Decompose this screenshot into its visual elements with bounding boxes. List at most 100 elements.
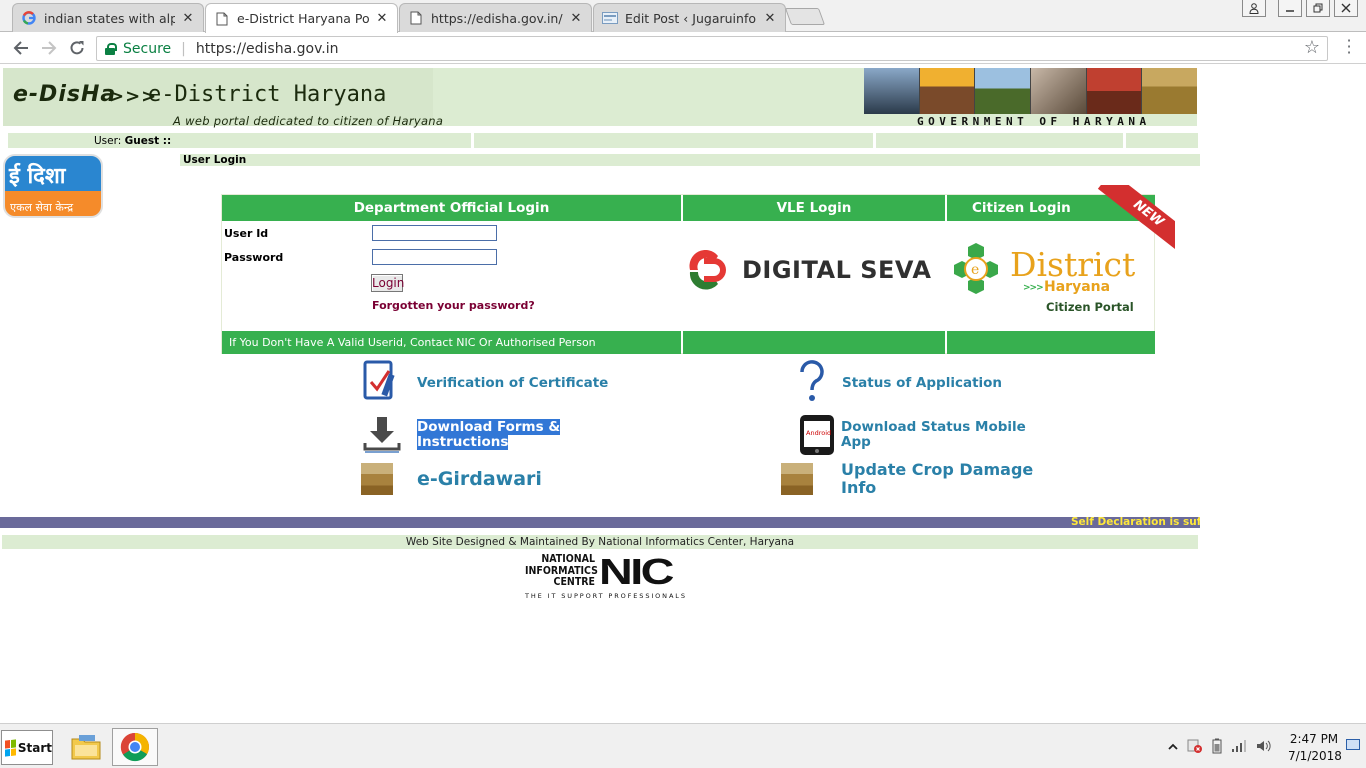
password-label: Password (224, 251, 284, 264)
browser-tab-bar: indian states with alphab ✕ e-District H… (0, 0, 1366, 33)
tab-google-search[interactable]: indian states with alphab ✕ (12, 3, 204, 32)
reload-icon[interactable] (66, 37, 88, 59)
digital-seva-logo-icon (684, 249, 734, 290)
network-error-icon[interactable] (1187, 738, 1203, 758)
back-arrow-icon[interactable] (10, 37, 32, 59)
e-girdawari-link[interactable]: e-Girdawari (417, 468, 542, 490)
digital-seva-text: DIGITAL SEVA (742, 256, 932, 284)
edisha-kendra-logo[interactable]: ई दिशा एकल सेवा केन्द्र (3, 154, 103, 218)
dancer-image (1086, 68, 1142, 114)
announcement-marquee: Self Declaration is suffici (0, 517, 1200, 528)
tab-edisha-download[interactable]: https://edisha.gov.in/Dov ✕ (399, 3, 592, 32)
windows-logo-icon (5, 738, 16, 757)
download-app-line2: App (841, 434, 871, 450)
dept-login-header: Department Official Login (222, 195, 681, 221)
marquee-text[interactable]: Self Declaration is suffici (1071, 517, 1200, 528)
download-app-link[interactable]: Download Status Mobile App (841, 420, 1026, 450)
user-status-text: User: Guest :: (94, 135, 172, 147)
close-icon[interactable]: ✕ (375, 11, 389, 26)
volume-icon[interactable] (1256, 739, 1272, 757)
signal-icon[interactable] (1231, 739, 1247, 757)
login-footer-cell (947, 331, 1155, 354)
start-button[interactable]: Start (1, 730, 53, 765)
forward-arrow-icon[interactable] (38, 37, 60, 59)
download-forms-link[interactable]: Download Forms & Instructions (417, 419, 561, 450)
user-bar-cell (875, 133, 1124, 148)
edistrict-portal-label: Citizen Portal (1046, 300, 1134, 314)
login-help-note: If You Don't Have A Valid Userid, Contac… (222, 331, 681, 354)
url-omnibox[interactable]: Secure | https://edisha.gov.in (96, 36, 1328, 61)
new-tab-button[interactable] (784, 8, 826, 25)
window-close-icon[interactable] (1334, 0, 1358, 17)
wordpress-icon (602, 10, 618, 26)
close-icon[interactable]: ✕ (763, 11, 777, 26)
close-icon[interactable]: ✕ (569, 11, 583, 26)
site-title: e-District Haryana (148, 82, 387, 107)
battery-icon[interactable] (1212, 738, 1222, 758)
farmer-image (919, 68, 975, 114)
google-icon (21, 10, 37, 26)
windows-taskbar: Start 2:47 PM 7/1/2018 (0, 723, 1366, 768)
restore-icon[interactable] (1306, 0, 1330, 17)
download-forms-line1: Download Forms & (417, 419, 561, 435)
crop-field-image[interactable] (361, 463, 393, 495)
tab-edistrict-portal[interactable]: e-District Haryana Portal ✕ (205, 3, 398, 33)
url-separator: | (181, 40, 186, 57)
user-bar-cell (473, 133, 873, 148)
system-clock[interactable]: 2:47 PM 7/1/2018 (1288, 731, 1342, 765)
start-label: Start (17, 740, 52, 755)
site-subtitle: A web portal dedicated to citizen of Har… (173, 114, 444, 128)
userid-label: User Id (224, 227, 269, 240)
crop-damage-line2: Info (841, 478, 877, 497)
user-bar-cell (1126, 133, 1198, 148)
people-image (1031, 68, 1086, 114)
crop-damage-link[interactable]: Update Crop Damage Info (841, 461, 1033, 497)
user-status-bar: User: Guest :: (8, 133, 1198, 149)
login-button[interactable]: Login (371, 274, 404, 292)
certificate-check-icon[interactable] (361, 360, 401, 402)
crop-field-image[interactable] (781, 463, 813, 495)
tab-title: e-District Haryana Portal (237, 11, 369, 26)
edisha-logo-text: e-DisHa (13, 82, 117, 107)
tab-wordpress-edit[interactable]: Edit Post ‹ Jugaruinfo — V ✕ (593, 3, 786, 32)
show-hidden-icons-icon[interactable] (1168, 741, 1178, 756)
file-explorer-icon[interactable] (63, 728, 109, 766)
userid-input[interactable] (372, 225, 497, 241)
edisha-logo-tagline: एकल सेवा केन्द्र (10, 201, 74, 214)
action-center-icon[interactable] (1346, 739, 1360, 750)
hexagon-logo-icon: e (950, 241, 1002, 295)
status-application-link[interactable]: Status of Application (842, 375, 1002, 391)
nic-tagline: THE IT SUPPORT PROFESSIONALS (525, 592, 687, 600)
phone-screen-label: Android (806, 429, 832, 437)
user-login-title: User Login (180, 154, 1200, 166)
edistrict-citizen-login[interactable]: e District >>> Haryana Citizen Portal (950, 241, 1150, 315)
window-controls (1242, 0, 1358, 17)
nic-logo[interactable]: NATIONAL INFORMATICS CENTRE NIC THE IT S… (525, 552, 685, 601)
page-icon (408, 10, 424, 26)
header-photo-strip (864, 68, 1198, 114)
edisha-logo-hindi: ई दिशा (9, 164, 66, 189)
digital-seva-login[interactable]: DIGITAL SEVA (684, 248, 931, 292)
verification-certificate-link[interactable]: Verification of Certificate (417, 375, 608, 391)
tractor-image (975, 68, 1031, 114)
close-icon[interactable]: ✕ (181, 11, 195, 26)
secure-label: Secure (123, 40, 172, 57)
profile-icon[interactable] (1242, 0, 1266, 17)
government-label: GOVERNMENT OF HARYANA (917, 115, 1151, 128)
download-icon[interactable] (362, 413, 404, 455)
mobile-phone-icon[interactable]: Android (798, 414, 836, 456)
password-input[interactable] (372, 249, 497, 265)
satellite-dish-image (864, 68, 919, 114)
question-mark-icon[interactable] (796, 360, 828, 404)
forgot-password-link[interactable]: Forgotten your password? (372, 299, 535, 312)
edistrict-state: Haryana (1044, 279, 1111, 295)
minimize-icon[interactable] (1278, 0, 1302, 17)
web-page: e-DisHa >>> e-District Haryana A web por… (0, 65, 1366, 723)
download-app-line1: Download Status Mobile (841, 419, 1026, 435)
clock-time: 2:47 PM (1289, 732, 1339, 746)
nic-name: NATIONAL INFORMATICS CENTRE (525, 553, 598, 588)
page-icon (214, 11, 230, 27)
chrome-taskbar-icon[interactable] (112, 728, 158, 766)
bookmark-star-icon[interactable]: ☆ (1304, 37, 1320, 58)
browser-menu-icon[interactable]: · · · (1346, 33, 1352, 61)
